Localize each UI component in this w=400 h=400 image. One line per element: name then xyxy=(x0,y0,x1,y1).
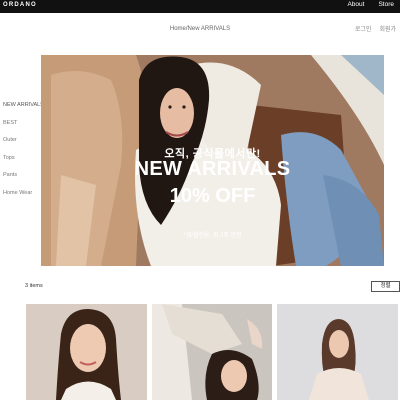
join-link[interactable]: 회원가 xyxy=(379,24,396,33)
top-nav: About Store xyxy=(347,1,394,8)
breadcrumb: Home/New ARRIVALS xyxy=(169,26,231,32)
sidebar-item-new-arrivals[interactable]: NEW ARRIVALS xyxy=(3,102,44,120)
product-image xyxy=(277,304,398,400)
sidebar-item-tops[interactable]: Tops xyxy=(3,155,44,173)
sort-button[interactable]: 정렬 xyxy=(371,281,400,292)
nav-about-link[interactable]: About xyxy=(347,1,364,8)
top-bar: ORDANO About Store xyxy=(0,0,400,13)
hero-title: NEW ARRIVALS xyxy=(134,158,291,180)
product-image xyxy=(152,304,272,400)
sidebar-item-home-wear[interactable]: Home Wear xyxy=(3,190,44,208)
hero-note: *앱/웹전용, 최 2주 한정 xyxy=(183,233,242,239)
brand-logo[interactable]: ORDANO xyxy=(3,2,37,8)
product-image xyxy=(26,304,147,400)
category-sidebar: NEW ARRIVALS BEST Outer Tops Pants Home … xyxy=(3,102,44,207)
nav-store-link[interactable]: Store xyxy=(378,1,394,8)
item-count: 3 items xyxy=(25,283,43,289)
login-link[interactable]: 로그인 xyxy=(355,24,372,33)
sidebar-item-outer[interactable]: Outer xyxy=(3,137,44,155)
product-card[interactable] xyxy=(277,304,398,400)
sidebar-item-best[interactable]: BEST xyxy=(3,120,44,138)
product-card[interactable] xyxy=(152,304,272,400)
hero-discount: 10% OFF xyxy=(169,185,256,207)
sidebar-item-pants[interactable]: Pants xyxy=(3,172,44,190)
hero-banner[interactable]: 오직, 공식몰에서만! NEW ARRIVALS 10% OFF *앱/웹전용,… xyxy=(41,55,384,266)
product-card[interactable] xyxy=(26,304,147,400)
utility-links: 로그인 회원가 xyxy=(355,24,396,33)
